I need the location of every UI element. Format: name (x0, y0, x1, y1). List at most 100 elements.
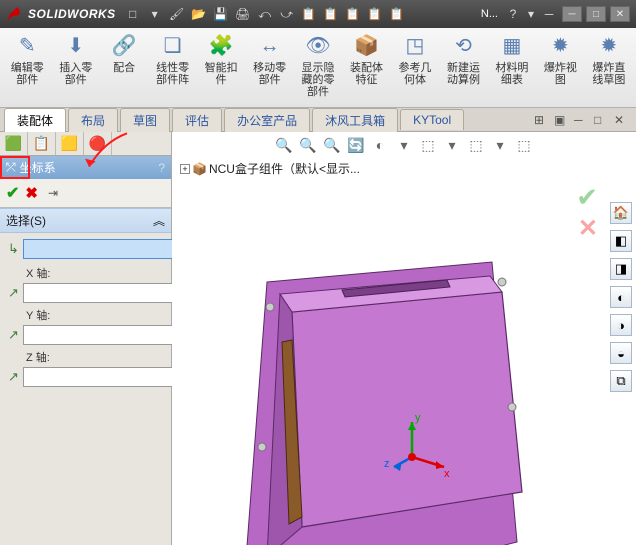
ribbon-button-12[interactable]: ✹爆炸直 线草图 (588, 32, 630, 103)
ribbon-label-9: 新建运 动算例 (447, 62, 480, 86)
doc-close-icon[interactable]: ✕ (614, 113, 628, 127)
panel-tab-assembly[interactable]: 🟩 (0, 132, 28, 155)
y-arrow-icon: ↗ (8, 327, 19, 343)
quick-icon-2[interactable]: 🖌 (168, 5, 186, 23)
ribbon-label-3: 线性零 部件阵 (156, 62, 189, 86)
tab-办公室产品[interactable]: 办公室产品 (224, 108, 310, 132)
feature-tree-root[interactable]: + 📦 NCU盒子组件（默认<显示... (180, 160, 360, 177)
doc-min-icon[interactable]: ─ (574, 113, 588, 127)
quick-icon-5[interactable]: 🖨 (234, 5, 252, 23)
view-tool-7[interactable]: ▾ (443, 136, 461, 154)
view-tool-1[interactable]: 🔍 (299, 136, 317, 154)
doc-max-icon[interactable]: □ (594, 113, 608, 127)
selection-section-header[interactable]: 选择(S) ︽ (0, 208, 171, 233)
tree-expand-icon[interactable]: + (180, 164, 190, 174)
cancel-button[interactable]: ✖ (25, 184, 38, 202)
panel-tab-appearance[interactable]: 🔴 (84, 132, 112, 155)
tab-装配体[interactable]: 装配体 (4, 108, 66, 132)
ribbon-button-9[interactable]: ⟲新建运 动算例 (442, 32, 484, 103)
dropdown-icon[interactable]: ▾ (522, 5, 540, 23)
ribbon-icon-0: ✎ (13, 32, 41, 60)
quick-icon-0[interactable]: □ (124, 5, 142, 23)
triad-z-label: z (384, 458, 390, 470)
maximize-button[interactable]: □ (586, 6, 606, 22)
ribbon-icon-7: 📦 (353, 32, 381, 60)
ribbon-button-0[interactable]: ✎编辑零 部件 (6, 32, 48, 103)
view-tool-5[interactable]: ▾ (395, 136, 413, 154)
quick-access-toolbar: □▾🖌📂💾🖨⤺⤻📋📋📋📋📋 (124, 5, 406, 23)
z-axis-row: ↗ (8, 367, 163, 387)
tab-KYTool[interactable]: KYTool (400, 109, 464, 130)
quick-icon-4[interactable]: 💾 (212, 5, 230, 23)
ok-button[interactable]: ✔ (6, 183, 19, 203)
tab-沐风工具箱[interactable]: 沐风工具箱 (312, 108, 398, 132)
confirm-ok-icon[interactable]: ✔ (576, 182, 598, 213)
quick-icon-6[interactable]: ⤺ (256, 5, 274, 23)
x-arrow-icon: ↗ (8, 285, 19, 301)
panel-title: 坐标系 (20, 159, 56, 176)
ribbon-label-5: 移动零 部件 (253, 62, 286, 86)
ribbon-button-8[interactable]: ◳参考几 何体 (394, 32, 436, 103)
quick-icon-11[interactable]: 📋 (366, 5, 384, 23)
view-tool-10[interactable]: ⬚ (515, 136, 533, 154)
pin-button[interactable]: ⇥ (48, 186, 58, 200)
ribbon-button-4[interactable]: 🧩智能扣 件 (200, 32, 242, 103)
quick-icon-9[interactable]: 📋 (322, 5, 340, 23)
quick-icon-10[interactable]: 📋 (344, 5, 362, 23)
doc-grid-icon[interactable]: ⊞ (534, 113, 548, 127)
z-axis-input[interactable] (23, 367, 188, 387)
view-tool-2[interactable]: 🔍 (323, 136, 341, 154)
view-tool-0[interactable]: 🔍 (275, 136, 293, 154)
quick-icon-7[interactable]: ⤻ (278, 5, 296, 23)
view-tool-3[interactable]: 🔄 (347, 136, 365, 154)
ribbon-icon-11: ✹ (546, 32, 574, 60)
tab-草图[interactable]: 草图 (120, 108, 170, 132)
panel-confirm-row: ✔ ✖ ⇥ (0, 179, 171, 208)
ribbon-icon-9: ⟲ (449, 32, 477, 60)
panel-header: ⤱ 坐标系 ? (0, 156, 171, 179)
title-bar: SOLIDWORKS □▾🖌📂💾🖨⤺⤻📋📋📋📋📋 N... ? ▾ ─ ─ □ … (0, 0, 636, 28)
model-3d: y x z y x z (222, 212, 622, 545)
origin-input[interactable] (23, 239, 188, 259)
close-button[interactable]: ✕ (610, 6, 630, 22)
y-axis-label: Y 轴: (26, 307, 163, 323)
doc-box-icon[interactable]: ▣ (554, 113, 568, 127)
ribbon-label-2: 配合 (113, 62, 135, 74)
tab-布局[interactable]: 布局 (68, 108, 118, 132)
quick-icon-12[interactable]: 📋 (388, 5, 406, 23)
view-tool-6[interactable]: ⬚ (419, 136, 437, 154)
ribbon-button-2[interactable]: 🔗配合 (103, 32, 145, 103)
help-icon[interactable]: ? (504, 5, 522, 23)
collapse-icon[interactable]: ︽ (153, 212, 165, 229)
ribbon-button-5[interactable]: ↔移动零 部件 (248, 32, 290, 103)
ribbon-button-11[interactable]: ✹爆炸视 图 (539, 32, 581, 103)
z-axis-label: Z 轴: (26, 349, 163, 365)
graphics-viewport[interactable]: 🔍🔍🔍🔄◐▾⬚▾⬚▾⬚ + 📦 NCU盒子组件（默认<显示... ✔ ✕ 🏠◧◨… (172, 132, 636, 545)
minimize-button[interactable]: ─ (562, 6, 582, 22)
view-tool-4[interactable]: ◐ (371, 136, 389, 154)
dash-icon: ─ (540, 5, 558, 23)
view-tool-9[interactable]: ▾ (491, 136, 509, 154)
ribbon-button-3[interactable]: ❏线性零 部件阵 (151, 32, 193, 103)
panel-help-icon[interactable]: ? (158, 161, 165, 175)
ribbon-label-8: 参考几 何体 (398, 62, 431, 86)
quick-icon-3[interactable]: 📂 (190, 5, 208, 23)
panel-tab-property[interactable]: 🟨 (56, 132, 84, 155)
ribbon-icon-6: 👁 (304, 32, 332, 60)
window-controls: ─ □ ✕ (562, 6, 630, 22)
ribbon-button-6[interactable]: 👁显示隐 藏的零 部件 (297, 32, 339, 103)
ribbon-label-6: 显示隐 藏的零 部件 (302, 62, 335, 98)
ribbon-button-7[interactable]: 📦装配体 特征 (345, 32, 387, 103)
y-axis-input[interactable] (23, 325, 188, 345)
assembly-icon: 📦 (192, 162, 207, 176)
panel-tab-config[interactable]: 📋 (28, 132, 56, 155)
x-axis-input[interactable] (23, 283, 188, 303)
view-tool-8[interactable]: ⬚ (467, 136, 485, 154)
ribbon-button-10[interactable]: ▦材料明 细表 (491, 32, 533, 103)
origin-icon: ↳ (8, 241, 19, 257)
tree-root-label: NCU盒子组件（默认<显示... (209, 160, 360, 177)
tab-评估[interactable]: 评估 (172, 108, 222, 132)
quick-icon-8[interactable]: 📋 (300, 5, 318, 23)
quick-icon-1[interactable]: ▾ (146, 5, 164, 23)
ribbon-button-1[interactable]: ⬇插入零 部件 (54, 32, 96, 103)
